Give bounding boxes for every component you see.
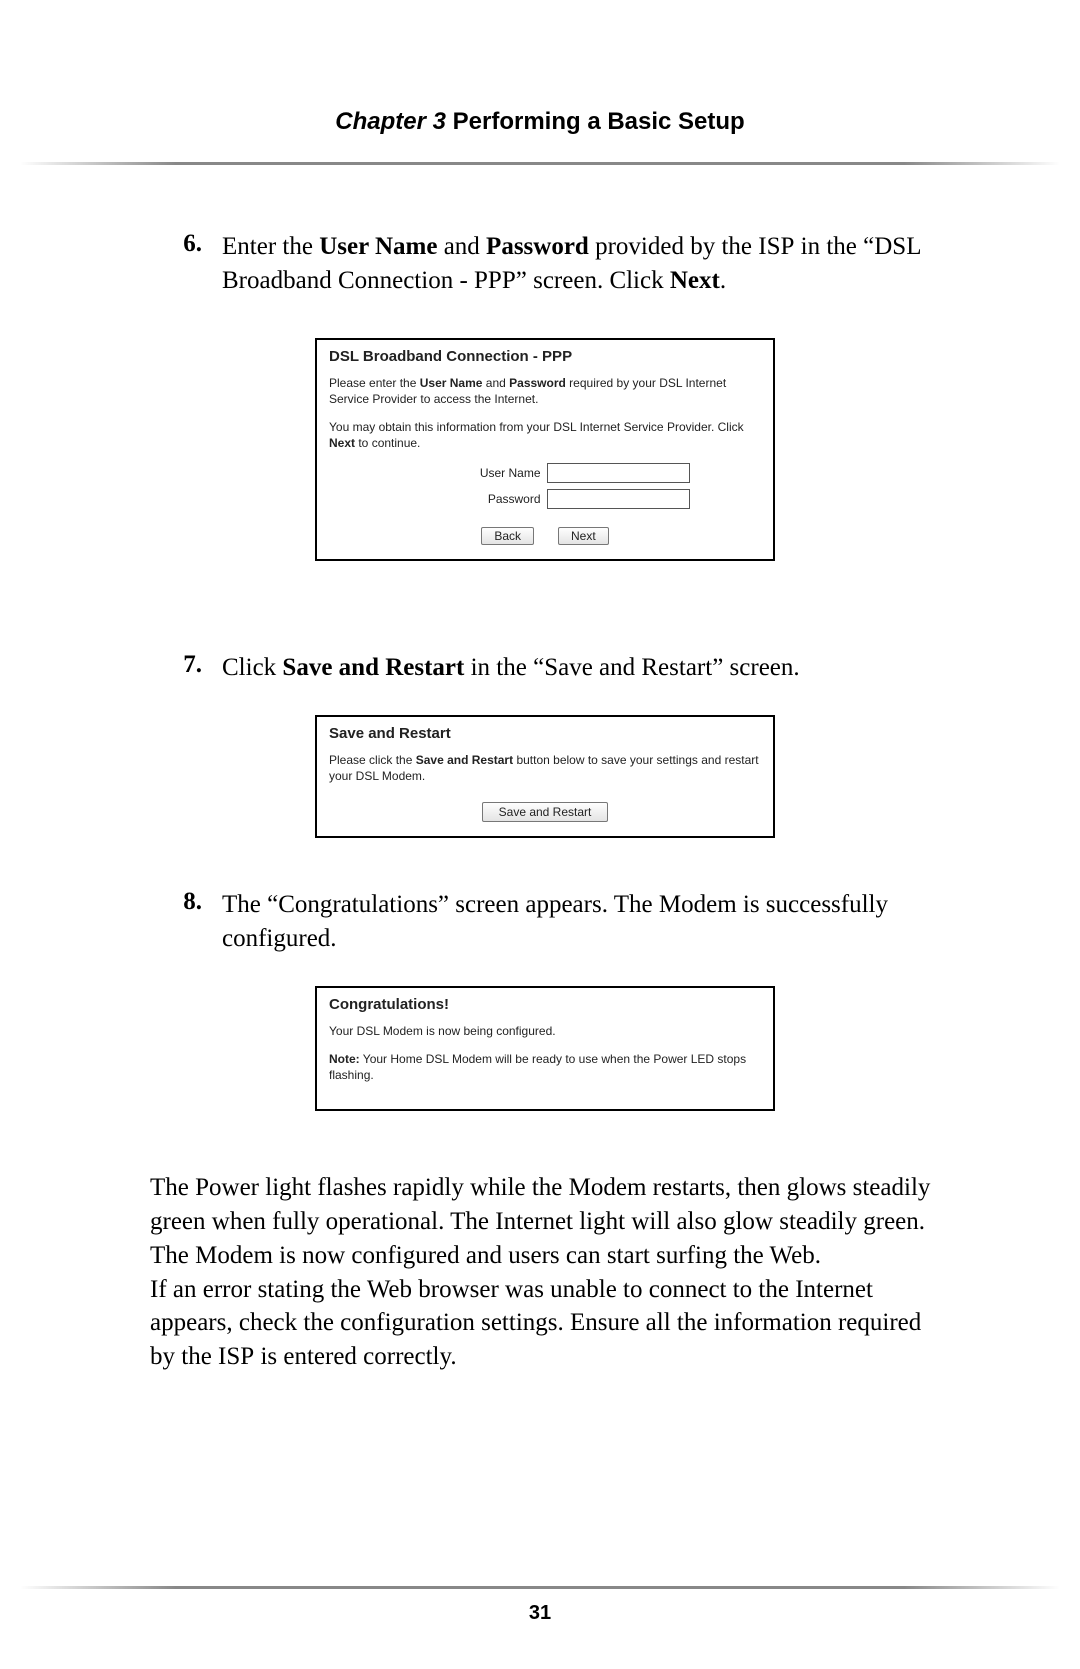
t: Broadband Connection - <box>222 267 474 294</box>
chapter-title: Performing a Basic Setup <box>446 108 745 135</box>
t: Click <box>222 654 282 681</box>
step-number: 7. <box>150 651 222 679</box>
dialog-title: Save and Restart <box>329 725 761 742</box>
username-label: User Name <box>401 466 547 480</box>
step-6: 6. Enter the User Name and Password prov… <box>150 230 940 298</box>
t: Next <box>329 436 355 450</box>
dialog-text-2: You may obtain this information from you… <box>329 419 761 451</box>
step-text: The “Congratulations” screen appears. Th… <box>222 888 940 956</box>
screenshot1-wrap: DSL Broadband Connection - PPP Please en… <box>150 338 940 562</box>
dialog-text-2: Note: Your Home DSL Modem will be ready … <box>329 1051 761 1083</box>
chapter-header: Chapter 3 Performing a Basic Setup <box>0 108 1080 136</box>
t: provided by the <box>589 233 758 260</box>
t: PPP <box>474 267 516 294</box>
t: User Name <box>420 376 483 390</box>
t: . <box>720 267 726 294</box>
step-7: 7. Click Save and Restart in the “Save a… <box>150 651 940 685</box>
save-and-restart-button[interactable]: Save and Restart <box>482 802 609 822</box>
t: ISP <box>758 233 794 260</box>
step-text: Click Save and Restart in the “Save and … <box>222 651 940 685</box>
step-number: 8. <box>150 888 222 916</box>
para-a: The Power light flashes rapidly while th… <box>150 1174 930 1269</box>
t: Your Home DSL Modem will be ready to use… <box>329 1052 746 1082</box>
t: Enter the <box>222 233 319 260</box>
password-row: Password <box>329 489 761 509</box>
back-button[interactable]: Back <box>481 527 534 545</box>
congratulations-dialog: Congratulations! Your DSL Modem is now b… <box>315 986 775 1112</box>
step-8: 8. The “Congratulations” screen appears.… <box>150 888 940 956</box>
body-paragraphs: The Power light flashes rapidly while th… <box>150 1171 940 1374</box>
password-input[interactable] <box>547 489 690 509</box>
dialog-text: Please click the Save and Restart button… <box>329 752 761 784</box>
t: Save and Restart <box>282 654 464 681</box>
t: in the “ <box>794 233 874 260</box>
t: Please enter the <box>329 376 420 390</box>
page: Chapter 3 Performing a Basic Setup 6. En… <box>0 0 1080 1669</box>
t: Note: <box>329 1052 360 1066</box>
t: You may obtain this information from you… <box>329 420 744 434</box>
username-input[interactable] <box>547 463 690 483</box>
t: and <box>437 233 486 260</box>
dialog-title: Congratulations! <box>329 996 761 1013</box>
dialog-text-1: Your DSL Modem is now being configured. <box>329 1023 761 1039</box>
dialog-buttons: Back Next <box>329 527 761 545</box>
t: Password <box>509 376 566 390</box>
top-divider <box>20 162 1060 165</box>
step-number: 6. <box>150 230 222 258</box>
page-number: 31 <box>0 1602 1080 1625</box>
bottom-divider <box>20 1586 1060 1589</box>
screenshot3-wrap: Congratulations! Your DSL Modem is now b… <box>150 986 940 1112</box>
t: and <box>482 376 509 390</box>
t: Please click the <box>329 753 416 767</box>
username-row: User Name <box>329 463 761 483</box>
t: Next <box>670 267 720 294</box>
t: DSL <box>874 233 921 260</box>
dialog-title: DSL Broadband Connection - PPP <box>329 348 761 365</box>
t: Save and Restart <box>416 753 513 767</box>
save-restart-dialog: Save and Restart Please click the Save a… <box>315 715 775 838</box>
para-b-post: is entered correctly. <box>254 1343 456 1370</box>
t: in the “Save and Restart” screen. <box>464 654 799 681</box>
dialog-buttons: Save and Restart <box>329 802 761 822</box>
t: to continue. <box>355 436 420 450</box>
password-label: Password <box>401 492 547 506</box>
t: Password <box>486 233 589 260</box>
content-area: 6. Enter the User Name and Password prov… <box>150 230 940 1374</box>
dsl-connection-dialog: DSL Broadband Connection - PPP Please en… <box>315 338 775 562</box>
screenshot2-wrap: Save and Restart Please click the Save a… <box>150 715 940 838</box>
step-text: Enter the User Name and Password provide… <box>222 230 940 298</box>
t: ” screen. Click <box>516 267 670 294</box>
chapter-label: Chapter 3 <box>335 108 446 135</box>
next-button[interactable]: Next <box>558 527 609 545</box>
para-b-isp: ISP <box>218 1343 254 1370</box>
dialog-text-1: Please enter the User Name and Password … <box>329 375 761 407</box>
t: User Name <box>319 233 437 260</box>
